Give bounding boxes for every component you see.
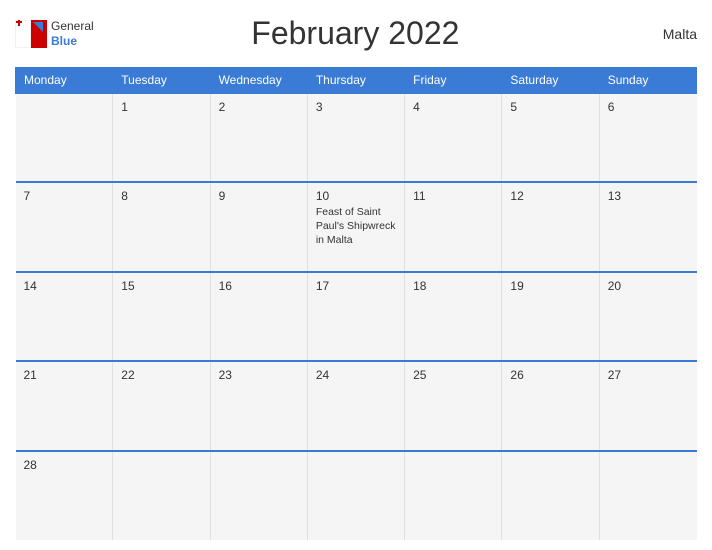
- logo: General Blue: [15, 19, 94, 48]
- day-number: 24: [316, 368, 396, 382]
- calendar-cell: 16: [210, 272, 307, 361]
- calendar-cell: 11: [405, 182, 502, 271]
- calendar-cell: 7: [16, 182, 113, 271]
- calendar-cell: 23: [210, 361, 307, 450]
- day-number: 17: [316, 279, 396, 293]
- calendar-cell: 18: [405, 272, 502, 361]
- logo-text: General Blue: [51, 19, 94, 48]
- logo-icon: [15, 20, 47, 48]
- day-number: 12: [510, 189, 590, 203]
- day-number: 19: [510, 279, 590, 293]
- day-number: 18: [413, 279, 493, 293]
- day-number: 15: [121, 279, 201, 293]
- calendar-cell: 26: [502, 361, 599, 450]
- calendar-week-0: 1 2 3 4 5 6: [16, 93, 697, 182]
- calendar-cell: 6: [599, 93, 696, 182]
- calendar-week-2: 14 15 16 17 18 19 20: [16, 272, 697, 361]
- day-number: 11: [413, 189, 493, 203]
- day-number: 22: [121, 368, 201, 382]
- calendar-cell: 3: [307, 93, 404, 182]
- day-number: 28: [24, 458, 105, 472]
- calendar-cell: [113, 451, 210, 540]
- calendar-cell: 21: [16, 361, 113, 450]
- calendar-cell: 22: [113, 361, 210, 450]
- calendar-cell: 24: [307, 361, 404, 450]
- calendar-cell: [599, 451, 696, 540]
- day-number: 9: [219, 189, 299, 203]
- country-name: Malta: [617, 26, 697, 42]
- day-number: 7: [24, 189, 105, 203]
- col-friday: Friday: [405, 68, 502, 94]
- col-saturday: Saturday: [502, 68, 599, 94]
- calendar-week-1: 7 8 9 10 Feast of Saint Paul's Shipwreck in …: [16, 182, 697, 271]
- col-tuesday: Tuesday: [113, 68, 210, 94]
- calendar-cell: 20: [599, 272, 696, 361]
- calendar-header-row: Monday Tuesday Wednesday Thursday Friday…: [16, 68, 697, 94]
- calendar-cell: 12: [502, 182, 599, 271]
- calendar-cell: 27: [599, 361, 696, 450]
- day-number: 20: [608, 279, 689, 293]
- calendar-cell: 28: [16, 451, 113, 540]
- day-number: 6: [608, 100, 689, 114]
- calendar-table: Monday Tuesday Wednesday Thursday Friday…: [15, 67, 697, 540]
- col-thursday: Thursday: [307, 68, 404, 94]
- calendar-cell: 2: [210, 93, 307, 182]
- calendar-cell: 4: [405, 93, 502, 182]
- day-number: 16: [219, 279, 299, 293]
- calendar-cell: 9: [210, 182, 307, 271]
- calendar-cell: 14: [16, 272, 113, 361]
- calendar-body: 12345678910Feast of Saint Paul's Shipwre…: [16, 93, 697, 540]
- calendar-cell: 10 Feast of Saint Paul's Shipwreck in Mal…: [307, 182, 404, 271]
- calendar-week-4: 28: [16, 451, 697, 540]
- day-number: 2: [219, 100, 299, 114]
- day-number: 1: [121, 100, 201, 114]
- calendar-cell: 1: [113, 93, 210, 182]
- day-number: 3: [316, 100, 396, 114]
- calendar-cell: 19: [502, 272, 599, 361]
- calendar-title: February 2022: [94, 15, 617, 52]
- calendar-week-3: 21 22 23 24 25 26 27: [16, 361, 697, 450]
- col-wednesday: Wednesday: [210, 68, 307, 94]
- day-number: 5: [510, 100, 590, 114]
- calendar-cell: 8: [113, 182, 210, 271]
- day-number: 23: [219, 368, 299, 382]
- calendar-cell: 15: [113, 272, 210, 361]
- col-monday: Monday: [16, 68, 113, 94]
- day-number: 8: [121, 189, 201, 203]
- day-number: 21: [24, 368, 105, 382]
- calendar-cell: [210, 451, 307, 540]
- calendar-cell: 17: [307, 272, 404, 361]
- day-number: 26: [510, 368, 590, 382]
- day-number: 25: [413, 368, 493, 382]
- calendar-cell: 25: [405, 361, 502, 450]
- calendar-cell: [16, 93, 113, 182]
- calendar-cell: 13: [599, 182, 696, 271]
- day-number: 4: [413, 100, 493, 114]
- day-number: 13: [608, 189, 689, 203]
- calendar-event: Feast of Saint Paul's Shipwreck in Malta: [316, 206, 396, 247]
- calendar-header: General Blue February 2022 Malta: [15, 10, 697, 57]
- col-sunday: Sunday: [599, 68, 696, 94]
- calendar-page: General Blue February 2022 Malta Monday …: [0, 0, 712, 550]
- day-number: 10: [316, 189, 396, 203]
- day-number: 27: [608, 368, 689, 382]
- calendar-cell: [307, 451, 404, 540]
- calendar-cell: [502, 451, 599, 540]
- day-number: 14: [24, 279, 105, 293]
- calendar-cell: [405, 451, 502, 540]
- calendar-cell: 5: [502, 93, 599, 182]
